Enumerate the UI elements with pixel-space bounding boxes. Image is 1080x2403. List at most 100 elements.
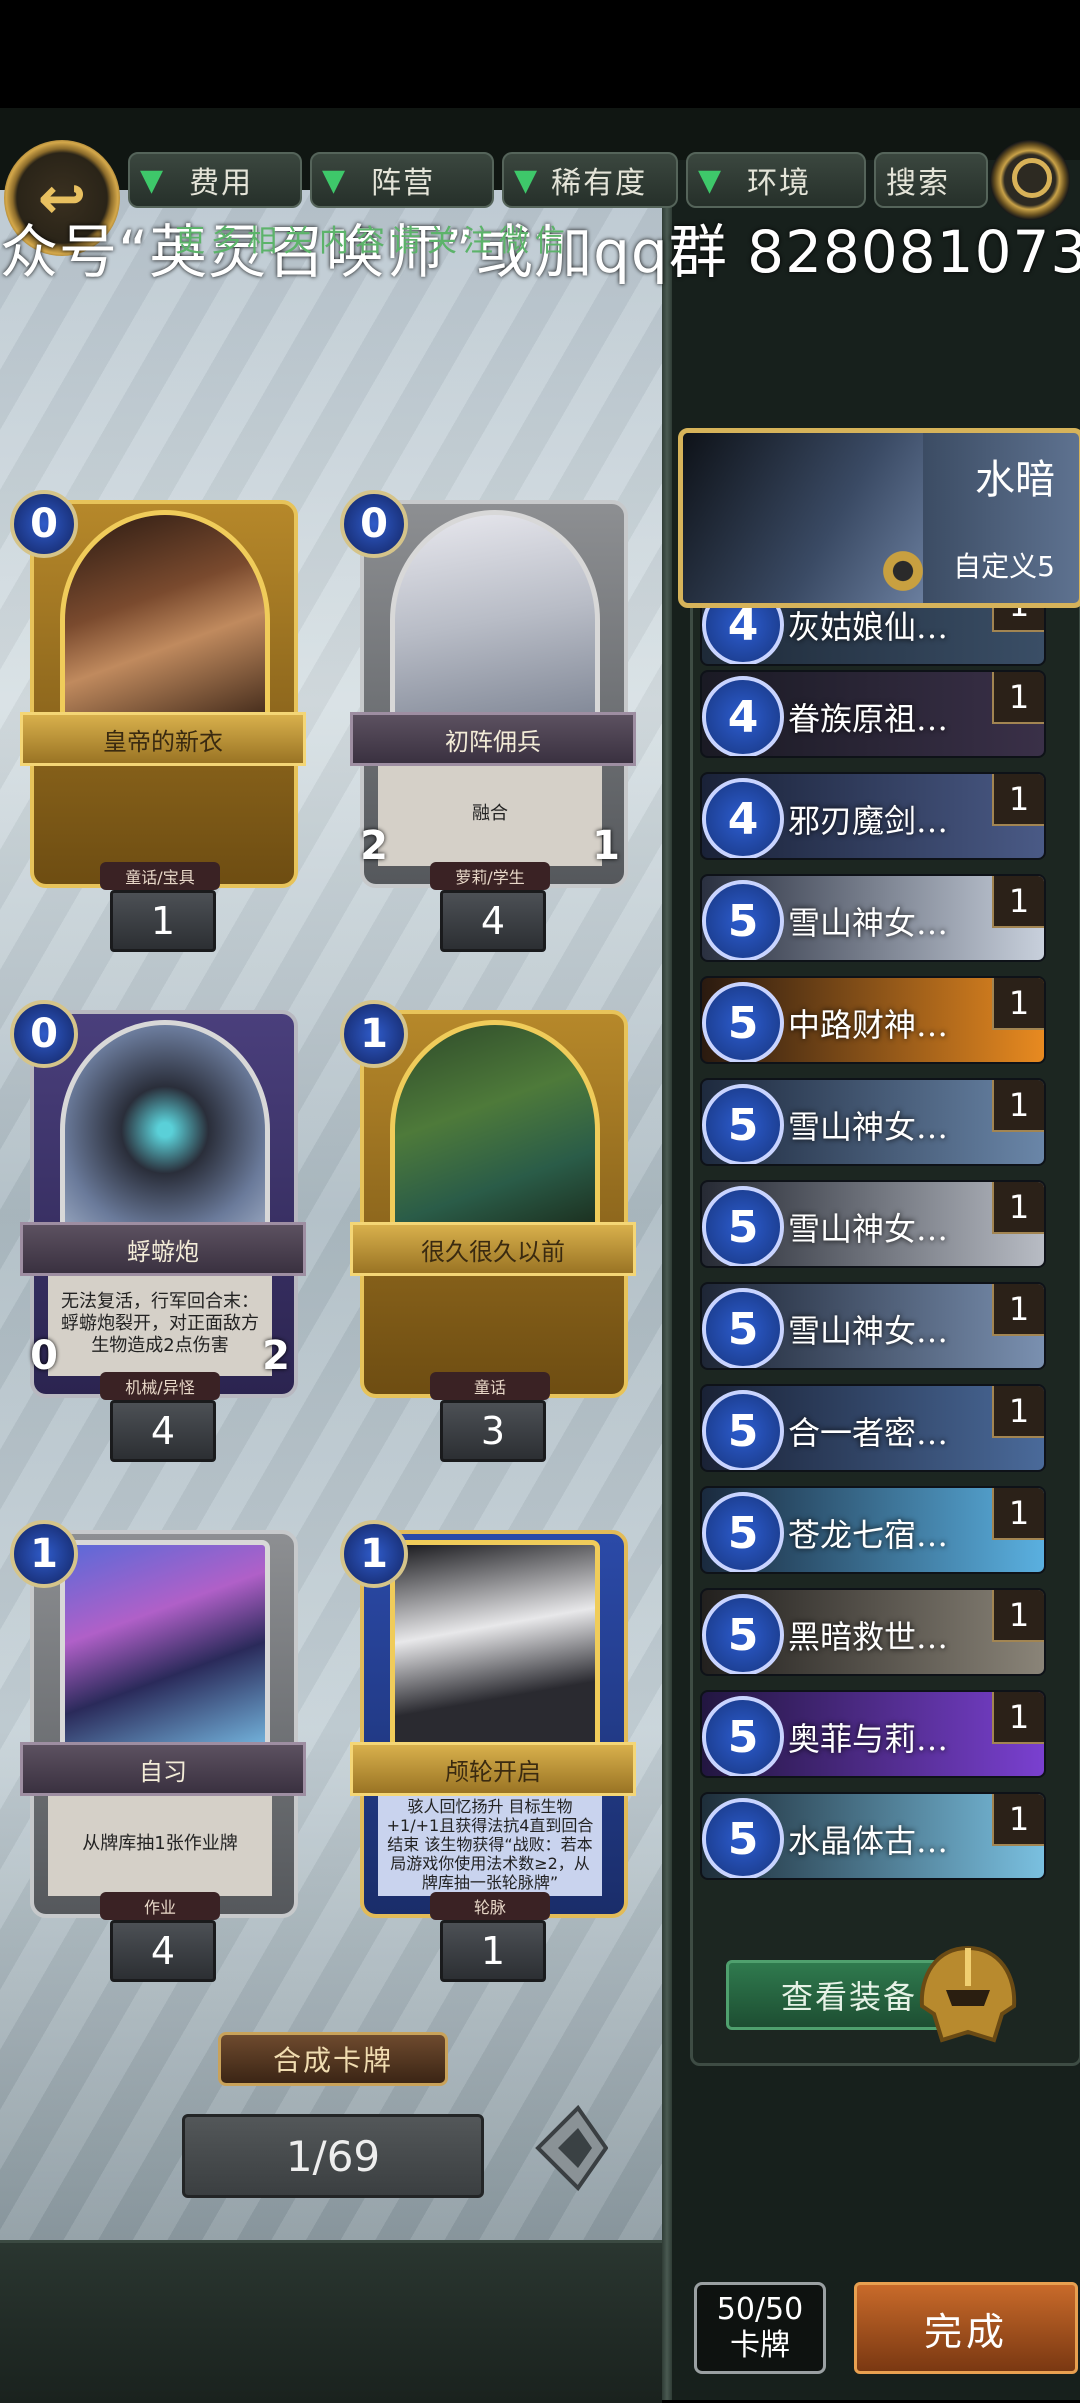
deck-list-item[interactable]: 5 雪山神女… 1 [700, 874, 1046, 962]
deck-item-quantity: 1 [992, 672, 1044, 724]
deck-item-cost: 5 [702, 1390, 784, 1470]
top-black-bar [0, 0, 1080, 108]
deck-list-item[interactable]: 5 合一者密… 1 [700, 1384, 1046, 1472]
card-count: 4 [110, 1400, 216, 1462]
deck-title: 水暗 [975, 457, 1055, 503]
filter-environment-label: 环境 [747, 166, 812, 201]
deck-item-name: 合一者密… [788, 1414, 949, 1452]
card-item[interactable]: 1 很久很久以前 童话 3 [340, 1000, 640, 1462]
watermark-overlay-text: 更多相关内容请关注微信 [175, 224, 571, 259]
card-item[interactable]: 0 初阵佣兵 融合 2 1 萝莉/学生 4 [340, 490, 640, 952]
deck-item-name: 黑暗救世… [788, 1618, 949, 1656]
deck-item-cost: 5 [702, 1798, 784, 1878]
deck-item-quantity: 1 [992, 774, 1044, 826]
card-description: 融合 [378, 762, 602, 866]
panel-divider [662, 160, 672, 2400]
card-tag: 机械/异怪 [100, 1372, 220, 1400]
deck-item-quantity: 1 [992, 876, 1044, 928]
card-item[interactable]: 1 颅轮开启 骇人回忆扬升 目标生物+1/+1且获得法抗4直到回合结束 该生物获… [340, 1520, 640, 1982]
card-description: 从牌库抽1张作业牌 [48, 1792, 272, 1896]
deck-list-item[interactable]: 5 雪山神女… 1 [700, 1180, 1046, 1268]
dropdown-triangle-icon: ▼ [514, 162, 538, 198]
deck-item-cost: 4 [702, 598, 784, 664]
card-cost: 1 [340, 1000, 408, 1068]
card-art [390, 1540, 600, 1760]
card-tag: 作业 [100, 1892, 220, 1920]
deck-item-cost: 4 [702, 778, 784, 858]
card-item[interactable]: 0 蜉蝣炮 无法复活，行军回合末：蜉蝣炮裂开，对正面敌方生物造成2点伤害 0 2… [10, 1000, 310, 1462]
card-name: 颅轮开启 [350, 1742, 636, 1796]
deck-list-item[interactable]: 5 雪山神女… 1 [700, 1078, 1046, 1166]
card-attack: 0 [30, 1333, 58, 1379]
next-page-arrow-icon[interactable] [528, 2098, 608, 2198]
gear-icon[interactable] [880, 548, 926, 594]
card-tag: 萝莉/学生 [430, 862, 550, 890]
deck-item-name: 雪山神女… [788, 1210, 949, 1248]
card-cost: 0 [340, 490, 408, 558]
card-cost: 0 [10, 1000, 78, 1068]
page-indicator: 1/69 [182, 2114, 484, 2198]
card-name: 蜉蝣炮 [20, 1222, 306, 1276]
deck-item-quantity: 1 [992, 1284, 1044, 1336]
deck-card-count-value: 50/50 [716, 2292, 804, 2327]
card-health: 1 [592, 823, 620, 869]
dropdown-triangle-icon: ▼ [322, 162, 346, 198]
deck-list-item[interactable]: 5 中路财神… 1 [700, 976, 1046, 1064]
search-field[interactable]: 搜索 [874, 152, 988, 208]
deck-item-cost: 5 [702, 1696, 784, 1776]
deck-item-name: 雪山神女… [788, 1108, 949, 1146]
deck-item-quantity: 1 [992, 1590, 1044, 1642]
card-art [60, 1540, 270, 1760]
deck-list-item[interactable]: 5 黑暗救世… 1 [700, 1588, 1046, 1676]
deck-item-name: 灰姑娘仙… [788, 608, 949, 646]
deck-item-quantity: 1 [992, 1182, 1044, 1234]
deck-item-name: 雪山神女… [788, 904, 949, 942]
left-bottom-panel [0, 2240, 662, 2403]
deck-item-name: 苍龙七宿… [788, 1516, 949, 1554]
deck-item-name: 邪刃魔剑… [788, 802, 949, 840]
deck-list-item[interactable]: 5 苍龙七宿… 1 [700, 1486, 1046, 1574]
deck-header[interactable]: 水暗 自定义5 [678, 428, 1080, 608]
card-cost: 1 [10, 1520, 78, 1588]
card-tag: 童话 [430, 1372, 550, 1400]
deck-list-item[interactable]: 4 灰姑娘仙… 1 [700, 598, 1046, 666]
deck-list-item[interactable]: 4 邪刃魔剑… 1 [700, 772, 1046, 860]
synthesize-card-button[interactable]: 合成卡牌 [218, 2032, 448, 2086]
search-label: 搜索 [886, 166, 950, 201]
deck-item-cost: 5 [702, 982, 784, 1062]
filter-environment[interactable]: ▼ 环境 [686, 152, 866, 208]
card-name: 皇帝的新衣 [20, 712, 306, 766]
deck-item-cost: 5 [702, 1288, 784, 1368]
card-tag: 轮脉 [430, 1892, 550, 1920]
done-button[interactable]: 完成 [854, 2282, 1078, 2374]
card-art [60, 510, 270, 730]
card-item[interactable]: 0 皇帝的新衣 童话/宝具 1 [10, 490, 310, 952]
filter-rarity-label: 稀有度 [551, 166, 648, 201]
card-art [390, 1020, 600, 1240]
deck-item-name: 中路财神… [788, 1006, 949, 1044]
card-art [390, 510, 600, 730]
dropdown-triangle-icon: ▼ [140, 162, 164, 198]
card-art [60, 1020, 270, 1240]
filter-cost[interactable]: ▼ 费用 [128, 152, 302, 208]
card-name: 初阵佣兵 [350, 712, 636, 766]
deck-list-item[interactable]: 5 水晶体古… 1 [700, 1792, 1046, 1880]
deck-item-cost: 4 [702, 676, 784, 756]
card-count: 4 [440, 890, 546, 952]
deck-card-list[interactable]: 4 灰姑娘仙… 1 4 眷族原祖… 1 4 邪刃魔剑… 1 5 雪山神女… 1 … [692, 598, 1072, 1898]
deck-list-item[interactable]: 5 奥菲与莉… 1 [700, 1690, 1046, 1778]
deck-list-item[interactable]: 5 雪山神女… 1 [700, 1282, 1046, 1370]
deck-card-counter: 50/50 卡牌 [694, 2282, 826, 2374]
card-count: 1 [440, 1920, 546, 1982]
deck-list-item[interactable]: 4 眷族原祖… 1 [700, 670, 1046, 758]
card-attack: 2 [360, 823, 388, 869]
deck-item-cost: 5 [702, 1084, 784, 1164]
deck-item-quantity: 1 [992, 1488, 1044, 1540]
deck-item-quantity: 1 [992, 1794, 1044, 1846]
deck-item-cost: 5 [702, 1594, 784, 1674]
card-count: 1 [110, 890, 216, 952]
card-item[interactable]: 1 自习 从牌库抽1张作业牌 作业 4 [10, 1520, 310, 1982]
card-cost: 1 [340, 1520, 408, 1588]
filter-faction[interactable]: ▼ 阵营 [310, 152, 494, 208]
filter-rarity[interactable]: ▼ 稀有度 [502, 152, 678, 208]
